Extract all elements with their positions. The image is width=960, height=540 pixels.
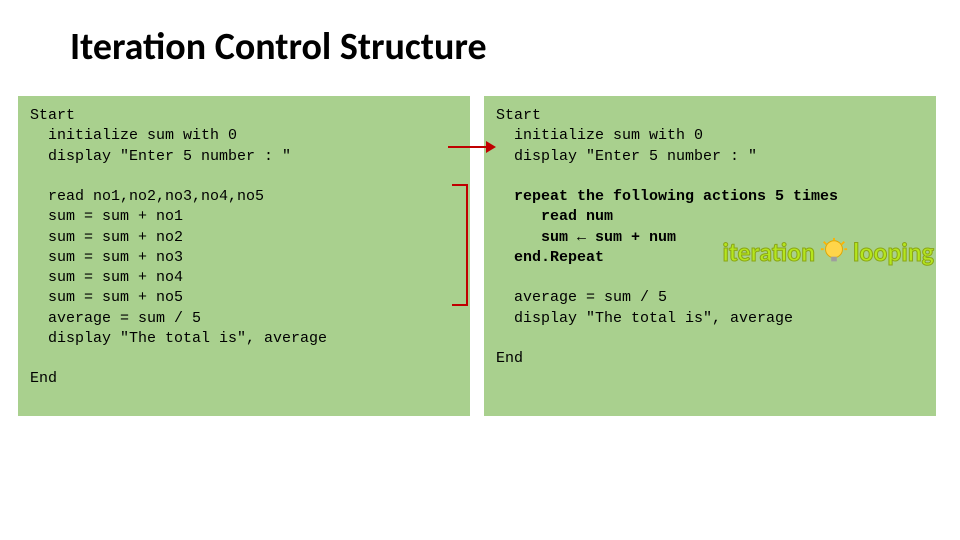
line-bold: end.Repeat — [496, 249, 604, 266]
line-bold: repeat the following actions 5 times — [496, 188, 838, 205]
line: average = sum / 5 — [30, 310, 201, 327]
line: display "The total is", average — [30, 330, 327, 347]
line: sum = sum + no4 — [30, 269, 183, 286]
line: average = sum / 5 — [496, 289, 667, 306]
line: sum = sum + no1 — [30, 208, 183, 225]
line-bold: sum ← sum + num — [496, 229, 676, 246]
line: display "The total is", average — [496, 310, 793, 327]
line: display "Enter 5 number : " — [30, 148, 291, 165]
panels-row: Start initialize sum with 0 display "Ent… — [0, 70, 960, 416]
line: read no1,no2,no3,no4,no5 — [30, 188, 264, 205]
line: Start — [30, 107, 75, 124]
line: sum = sum + no2 — [30, 229, 183, 246]
right-panel: Start initialize sum with 0 display "Ent… — [484, 96, 936, 416]
grouping-bracket — [452, 184, 468, 306]
line: sum = sum + no5 — [30, 289, 183, 306]
right-code: Start initialize sum with 0 display "Ent… — [496, 106, 924, 369]
line: initialize sum with 0 — [30, 127, 237, 144]
slide-title: Iteration Control Structure — [0, 0, 960, 70]
arrow-connector — [448, 146, 490, 148]
line-bold: read num — [496, 208, 613, 225]
left-panel: Start initialize sum with 0 display "Ent… — [18, 96, 470, 416]
line: End — [30, 370, 57, 387]
line: initialize sum with 0 — [496, 127, 703, 144]
arrow-head-icon — [486, 141, 496, 153]
left-code: Start initialize sum with 0 display "Ent… — [30, 106, 458, 390]
line: End — [496, 350, 523, 367]
line: sum = sum + no3 — [30, 249, 183, 266]
line: Start — [496, 107, 541, 124]
line: display "Enter 5 number : " — [496, 148, 757, 165]
